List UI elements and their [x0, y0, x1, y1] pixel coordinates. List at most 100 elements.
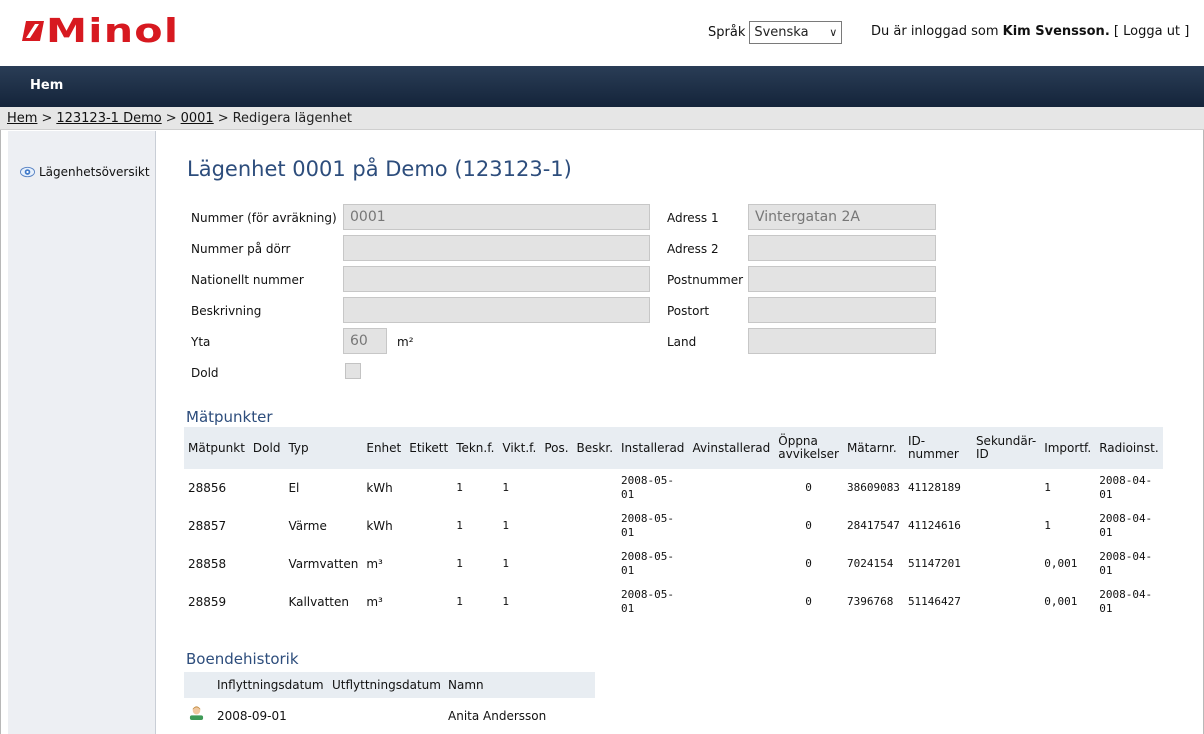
area-field[interactable]: 60: [343, 328, 387, 354]
description-field[interactable]: [343, 297, 650, 323]
cell-meter-point: 28859: [188, 595, 227, 609]
breadcrumb-separator: >: [165, 111, 177, 126]
cell-secondary-id: [972, 469, 1040, 507]
national-number-label: Nationellt nummer: [191, 273, 304, 287]
country-field[interactable]: [748, 328, 936, 354]
cell-secondary-id: [972, 545, 1040, 583]
top-header: Minol Språk Svenska ∨ Du är inloggad som…: [0, 0, 1204, 66]
cell-import-factor: 0,001: [1044, 557, 1078, 570]
hidden-checkbox[interactable]: [345, 363, 361, 379]
cell-installed: 2008-05-01: [621, 474, 674, 501]
col-weight-factor: Vikt.f.: [498, 427, 541, 469]
language-value: Svenska: [754, 25, 809, 40]
sidebar: Lägenhetsöversikt: [8, 131, 156, 734]
language-selector: Språk Svenska ∨: [708, 21, 843, 44]
cell-installed: 2008-05-01: [621, 512, 674, 539]
cell-id-number: 51146427: [907, 595, 961, 608]
cell-uninstalled: [688, 469, 774, 507]
cell-label: [405, 469, 452, 507]
cell-import-factor: 1: [1044, 481, 1051, 494]
table-row[interactable]: 28859 Kallvatten m³ 1 1 2008-05-01 0 739…: [184, 583, 1163, 621]
table-row[interactable]: 28858 Varmvatten m³ 1 1 2008-05-01 0 702…: [184, 545, 1163, 583]
cell-meter-point: 28856: [188, 481, 227, 495]
logout-link[interactable]: Logga ut: [1123, 24, 1180, 39]
cell-uninstalled: [688, 507, 774, 545]
number-field[interactable]: 0001: [343, 204, 650, 230]
breadcrumb-apartment[interactable]: 0001: [181, 111, 214, 126]
city-field[interactable]: [748, 297, 936, 323]
nav-home[interactable]: Hem: [30, 78, 63, 93]
breadcrumb-home[interactable]: Hem: [7, 111, 37, 126]
logo-mark-icon: [22, 21, 44, 41]
col-description: Beskr.: [572, 427, 618, 469]
col-uninstalled: Avinstallerad: [688, 427, 775, 469]
logout-bracket-open: [: [1113, 24, 1119, 39]
table-row[interactable]: 2008-09-01 Anita Andersson: [184, 703, 595, 729]
address1-field[interactable]: Vintergatan 2A: [748, 204, 936, 230]
language-label: Språk: [708, 25, 746, 40]
cell-type: Värme: [288, 519, 327, 533]
cell-open-deviations: 0: [805, 557, 812, 570]
col-move-in-date: Inflyttningsdatum: [217, 678, 324, 692]
col-move-out-date: Utflyttningsdatum: [332, 678, 441, 692]
cell-import-factor: 0,001: [1044, 595, 1078, 608]
hidden-label: Dold: [191, 366, 219, 380]
cell-hidden: [249, 507, 285, 545]
cell-installed: 2008-05-01: [621, 588, 674, 615]
cell-hidden: [249, 583, 285, 621]
cell-import-factor: 1: [1044, 519, 1051, 532]
cell-type: El: [288, 481, 300, 495]
person-icon: [189, 706, 204, 720]
eye-icon: [20, 166, 35, 178]
language-select[interactable]: Svenska ∨: [749, 21, 843, 44]
cell-secondary-id: [972, 583, 1040, 621]
cell-position: [540, 469, 572, 507]
table-row[interactable]: 28856 El kWh 1 1 2008-05-01 0 38609083 4…: [184, 469, 1163, 507]
cell-hidden: [249, 469, 285, 507]
area-unit: m²: [397, 335, 414, 349]
address2-field[interactable]: [748, 235, 936, 261]
col-import-factor: Importf.: [1040, 427, 1096, 469]
cell-label: [405, 583, 452, 621]
col-id-number: ID-nummer: [903, 427, 972, 469]
cell-position: [540, 507, 572, 545]
cell-tech-factor: 1: [456, 481, 463, 494]
user-name: Kim Svensson.: [1002, 24, 1110, 39]
col-label: Etikett: [405, 427, 453, 469]
history-table-header: Inflyttningsdatum Utflyttningsdatum Namn: [184, 672, 595, 698]
breadcrumb: Hem >123123-1 Demo >0001 > Redigera lägenhet: [0, 107, 1204, 130]
cell-unit: m³: [366, 595, 383, 609]
table-row[interactable]: 28857 Värme kWh 1 1 2008-05-01 0 2841754…: [184, 507, 1163, 545]
breadcrumb-separator: >: [41, 111, 53, 126]
door-number-field[interactable]: [343, 235, 650, 261]
logo-text: Minol: [46, 11, 180, 50]
postal-code-field[interactable]: [748, 266, 936, 292]
cell-meter-point: 28858: [188, 557, 227, 571]
cell-weight-factor: 1: [502, 595, 510, 608]
cell-secondary-id: [972, 507, 1040, 545]
cell-weight-factor: 1: [502, 519, 510, 532]
chevron-down-icon: ∨: [829, 26, 838, 39]
page-title: Lägenhet 0001 på Demo (123123-1): [187, 157, 572, 181]
cell-meter-number: 28417547: [846, 519, 900, 532]
cell-open-deviations: 0: [805, 481, 812, 494]
cell-unit: kWh: [366, 481, 393, 495]
cell-meter-number: 38609083: [846, 481, 900, 494]
history-section-title: Boendehistorik: [186, 650, 299, 668]
sidebar-item-apartment-overview[interactable]: Lägenhetsöversikt: [20, 165, 150, 179]
cell-meter-number: 7024154: [846, 557, 894, 570]
col-unit: Enhet: [362, 427, 406, 469]
cell-installed: 2008-05-01: [621, 550, 674, 577]
number-label: Nummer (för avräkning): [191, 211, 337, 225]
cell-name: Anita Andersson: [448, 709, 547, 723]
col-meter-point: Mätpunkt: [184, 427, 249, 469]
cell-position: [540, 545, 572, 583]
national-number-field[interactable]: [343, 266, 650, 292]
cell-hidden: [249, 545, 285, 583]
login-prefix: Du är inloggad som: [871, 24, 999, 39]
breadcrumb-property[interactable]: 123123-1 Demo: [56, 111, 161, 126]
minol-logo[interactable]: Minol: [22, 14, 178, 48]
cell-id-number: 41124616: [907, 519, 961, 532]
main-content: Lägenhet 0001 på Demo (123123-1) Nummer …: [157, 131, 1203, 734]
cell-description: [573, 583, 617, 621]
